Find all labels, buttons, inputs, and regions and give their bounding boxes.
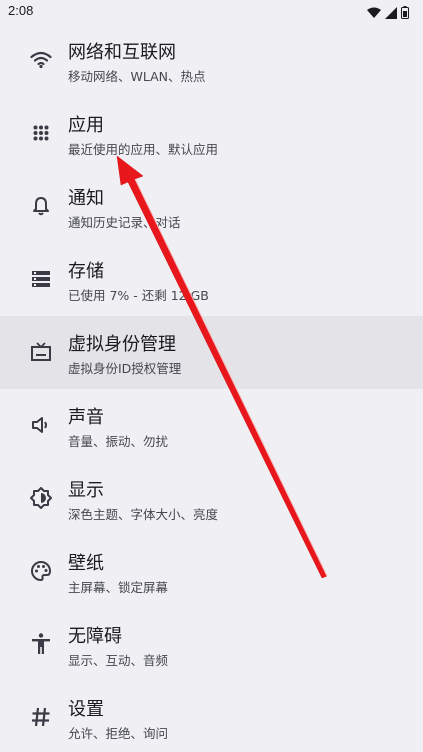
settings-item-title: 通知 (68, 188, 104, 209)
settings-item-subtitle: 最近使用的应用、默认应用 (68, 142, 219, 157)
bell-icon (29, 194, 53, 218)
settings-item-permissions[interactable]: 设置 允许、拒绝、询问 (0, 681, 423, 752)
settings-item-subtitle: 允许、拒绝、询问 (68, 726, 169, 741)
wifi-icon (29, 48, 53, 72)
apps-grid-icon (29, 121, 53, 145)
settings-item-sound[interactable]: 声音 音量、振动、勿扰 (0, 389, 423, 462)
hash-icon (29, 705, 53, 729)
settings-item-title: 应用 (68, 115, 104, 136)
settings-item-title: 声音 (68, 407, 104, 428)
signal-icon (385, 4, 397, 23)
settings-item-wallpaper[interactable]: 壁纸 主屏幕、锁定屏幕 (0, 535, 423, 608)
settings-item-title: 虚拟身份管理 (68, 334, 176, 355)
settings-item-subtitle: 已使用 7% - 还剩 12 GB (68, 288, 209, 303)
wifi-icon (367, 4, 381, 23)
storage-icon (29, 267, 53, 291)
settings-item-display[interactable]: 显示 深色主题、字体大小、亮度 (0, 462, 423, 535)
settings-item-title: 存储 (68, 261, 104, 282)
settings-item-title: 壁纸 (68, 553, 104, 574)
settings-item-apps[interactable]: 应用 最近使用的应用、默认应用 (0, 97, 423, 170)
status-time: 2:08 (8, 3, 34, 18)
settings-item-network[interactable]: 网络和互联网 移动网络、WLAN、热点 (0, 24, 423, 97)
settings-item-virtual-identity[interactable]: 虚拟身份管理 虚拟身份ID授权管理 (0, 316, 423, 389)
volume-icon (29, 413, 53, 437)
accessibility-icon (29, 632, 53, 656)
battery-icon (401, 4, 409, 23)
settings-item-subtitle: 显示、互动、音频 (68, 653, 169, 668)
settings-item-storage[interactable]: 存储 已使用 7% - 还剩 12 GB (0, 243, 423, 316)
tv-icon (29, 340, 53, 364)
settings-item-subtitle: 虚拟身份ID授权管理 (68, 361, 182, 376)
settings-item-subtitle: 音量、振动、勿扰 (68, 434, 169, 449)
settings-item-title: 设置 (68, 699, 104, 720)
settings-item-notifications[interactable]: 通知 通知历史记录、对话 (0, 170, 423, 243)
brightness-icon (29, 486, 53, 510)
settings-item-title: 显示 (68, 480, 104, 501)
settings-item-subtitle: 移动网络、WLAN、热点 (68, 69, 206, 84)
settings-item-subtitle: 通知历史记录、对话 (68, 215, 181, 230)
settings-list: 网络和互联网 移动网络、WLAN、热点 应用 最近使用的应用、默认应用 通知 通… (0, 24, 423, 752)
settings-item-title: 网络和互联网 (68, 42, 176, 63)
status-icons (367, 4, 409, 23)
settings-item-accessibility[interactable]: 无障碍 显示、互动、音频 (0, 608, 423, 681)
status-bar: 2:08 (0, 0, 423, 24)
settings-item-title: 无障碍 (68, 626, 122, 647)
palette-icon (29, 559, 53, 583)
settings-item-subtitle: 深色主题、字体大小、亮度 (68, 507, 219, 522)
settings-item-subtitle: 主屏幕、锁定屏幕 (68, 580, 169, 595)
